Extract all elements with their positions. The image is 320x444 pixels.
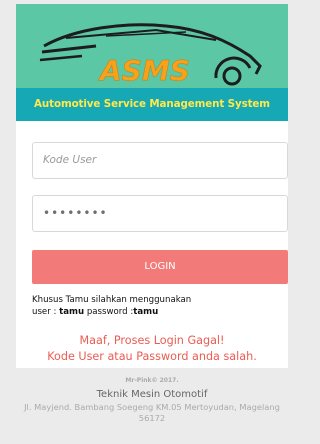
app-subtitle: Automotive Service Management System (16, 88, 288, 121)
login-error-message: Maaf, Proses Login Gagal! Kode User atau… (16, 333, 288, 365)
guest-user-prefix: user : (32, 307, 60, 317)
guest-password-prefix: password : (84, 307, 134, 317)
guest-note: Khusus Tamu silahkan menggunakan user : … (32, 294, 288, 318)
footer: Mr-Pink© 2017. Teknik Mesin Otomotif Jl.… (0, 376, 304, 424)
car-logo: ASMS (39, 23, 262, 87)
guest-password-value: tamu (133, 307, 159, 317)
address-line2: 56172 (138, 413, 166, 423)
institution-name: Teknik Mesin Otomotif (96, 389, 208, 400)
header: ASMS Automotive Service Management Syste… (16, 4, 288, 121)
login-button[interactable]: LOGIN (32, 250, 288, 284)
password-input[interactable]: •••••••• (32, 195, 288, 232)
guest-note-line1: Khusus Tamu silahkan menggunakan (32, 295, 192, 305)
address-line1: Jl. Mayjend. Bambang Soegeng KM.05 Merto… (24, 402, 280, 412)
login-card: ASMS Automotive Service Management Syste… (16, 4, 288, 368)
guest-credentials: user : tamu password :tamu (32, 306, 288, 318)
error-line2: Kode User atau Password anda salah. (47, 350, 257, 363)
error-line1: Maaf, Proses Login Gagal! (79, 334, 225, 347)
user-code-input[interactable]: Kode User (32, 142, 288, 179)
copyright: Mr-Pink© 2017. (125, 377, 179, 384)
logo-text: ASMS (98, 54, 190, 87)
guest-user-value: tamu (59, 307, 85, 317)
